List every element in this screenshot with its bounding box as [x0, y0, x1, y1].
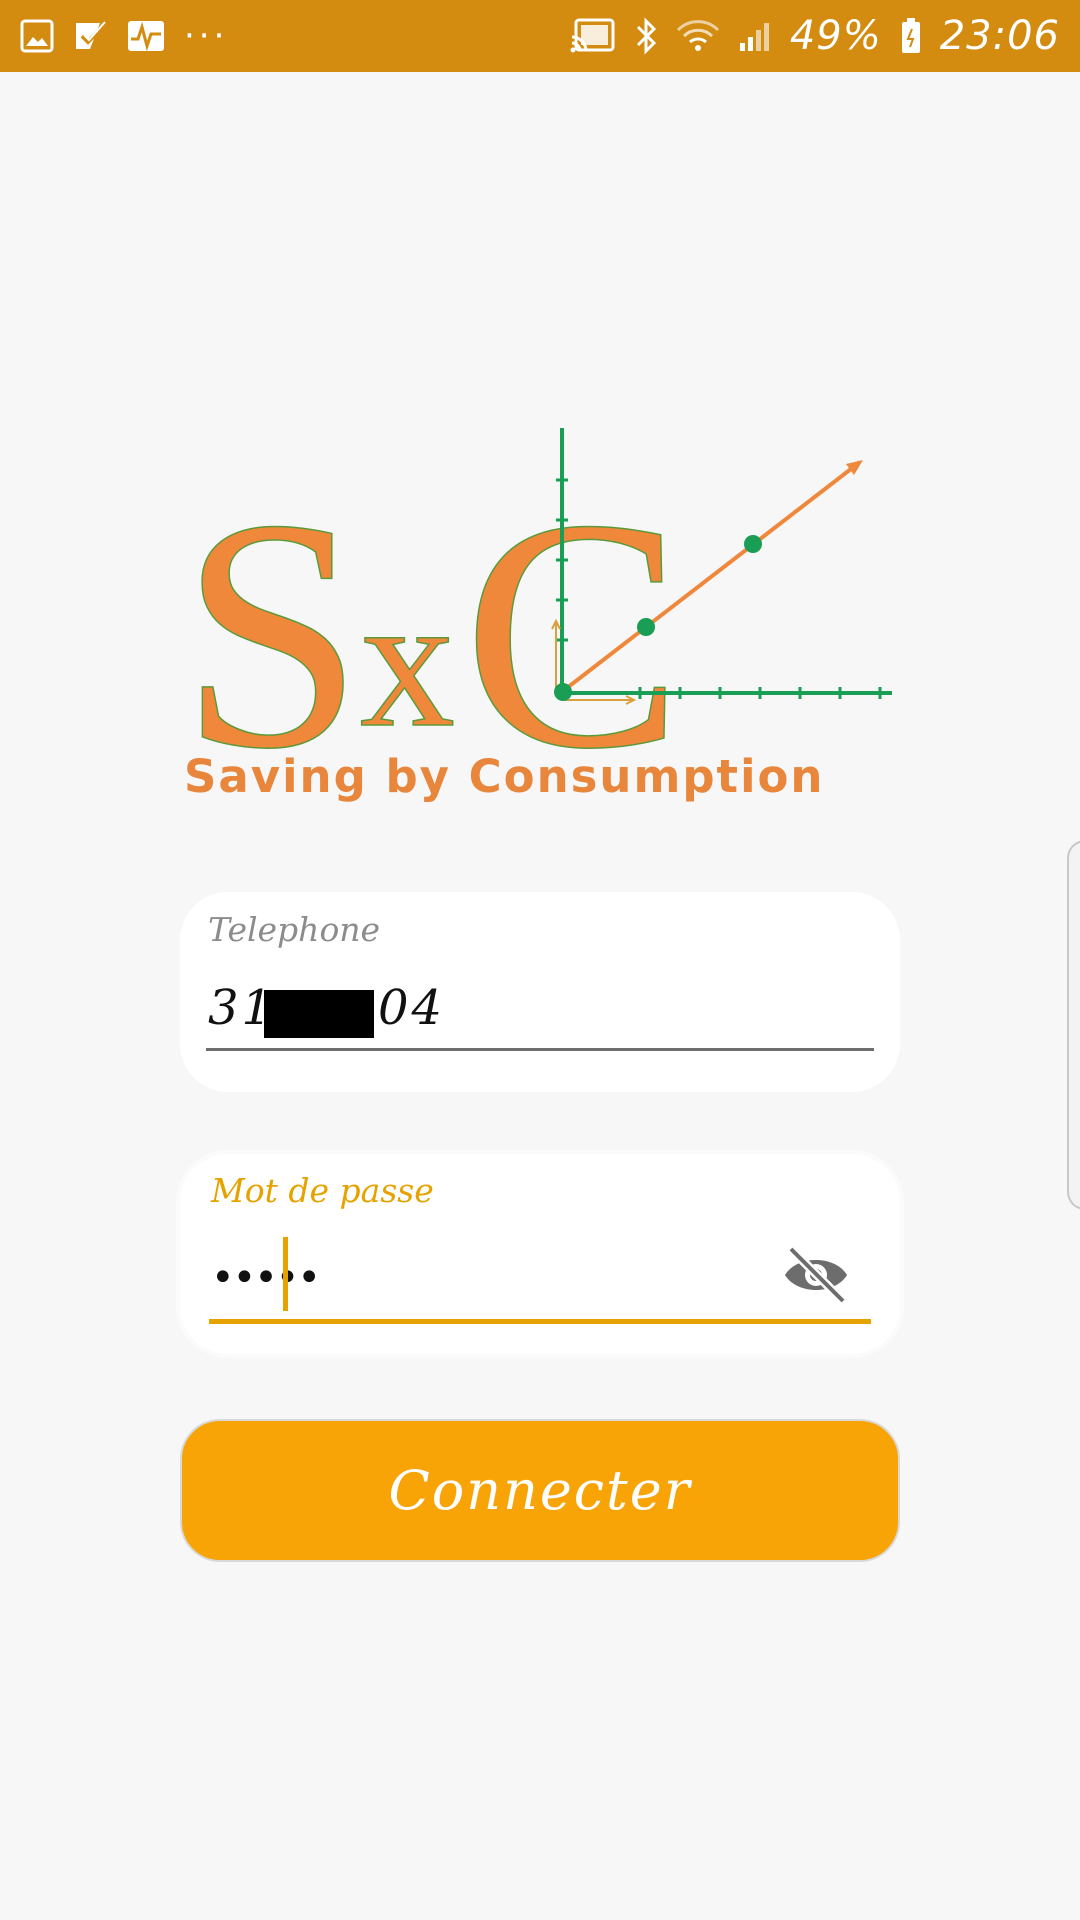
password-field-label: Mot de passe: [211, 1171, 434, 1210]
status-bar: ··· 49% 23:06: [0, 0, 1080, 72]
logo-letter-x: x: [360, 557, 455, 750]
overflow-dots: ···: [184, 16, 229, 56]
edge-panel-handle[interactable]: [1067, 840, 1080, 1210]
wifi-icon: [676, 16, 720, 56]
text-cursor: [283, 1237, 288, 1311]
redacted-block: [264, 990, 374, 1038]
clock: 23:06: [939, 13, 1060, 59]
phone-field-label: Telephone: [208, 910, 381, 949]
logo-tagline: Saving by Consumption: [184, 750, 825, 803]
phone-value-suffix[interactable]: 04: [378, 980, 445, 1036]
gallery-icon: [20, 16, 54, 56]
phone-field[interactable]: Telephone 31 04: [180, 892, 900, 1092]
eye-off-icon[interactable]: [781, 1245, 851, 1305]
bluetooth-icon: [634, 16, 658, 56]
sxc-logo-mark: S x C: [180, 428, 892, 750]
connect-button[interactable]: Connecter: [180, 1419, 900, 1562]
signal-icon: [738, 16, 772, 56]
password-field[interactable]: Mot de passe •••••: [180, 1154, 900, 1354]
task-check-icon: [72, 16, 108, 56]
logo-point-origin: [554, 683, 572, 701]
status-bar-left: ···: [20, 0, 228, 72]
status-bar-right: 49% 23:06: [570, 0, 1060, 72]
cast-icon: [570, 16, 616, 56]
phone-field-underline: [206, 1048, 874, 1051]
logo-letter-s: S: [180, 452, 364, 750]
logo-point-mid: [637, 618, 655, 636]
logo-point-high: [744, 535, 762, 553]
password-masked-value[interactable]: •••••: [211, 1255, 321, 1301]
logo-letter-c: C: [463, 452, 683, 750]
activity-icon: [126, 16, 166, 56]
connect-button-label: Connecter: [388, 1459, 692, 1522]
battery-icon: [900, 16, 922, 56]
password-field-underline: [209, 1319, 871, 1324]
battery-percent: 49%: [789, 13, 882, 59]
